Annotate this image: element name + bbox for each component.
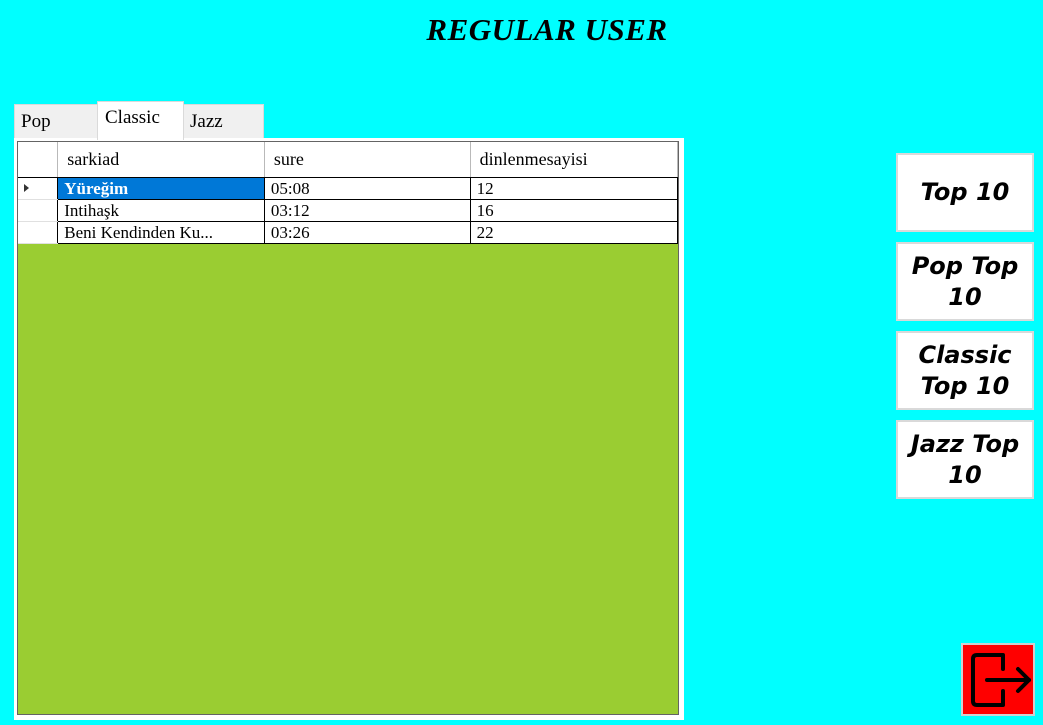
exit-button[interactable] <box>961 643 1035 716</box>
jazz-top10-button[interactable]: Jazz Top 10 <box>896 420 1034 499</box>
genre-tabs: Pop Classic Jazz <box>14 101 264 140</box>
row-header-corner <box>18 142 59 178</box>
row-header[interactable] <box>18 221 59 244</box>
current-row-arrow-icon <box>24 184 29 192</box>
table-row[interactable]: Beni Kendinden Ku... 03:26 22 <box>18 221 679 244</box>
cell-sure[interactable]: 03:26 <box>263 221 471 244</box>
classic-top10-button[interactable]: Classic Top 10 <box>896 331 1034 410</box>
table-row[interactable]: Yüreğim 05:08 12 <box>18 177 679 200</box>
column-header-dinlenmesayisi[interactable]: dinlenmesayisi <box>469 142 679 178</box>
cell-dinlenmesayisi[interactable]: 16 <box>469 199 679 222</box>
cell-sarkiad[interactable]: Yüreğim <box>57 177 265 200</box>
row-header[interactable] <box>18 199 59 222</box>
top10-button[interactable]: Top 10 <box>896 153 1034 232</box>
exit-icon <box>971 653 1031 707</box>
table-row[interactable]: Intihaşk 03:12 16 <box>18 199 679 222</box>
header-row: sarkiad sure dinlenmesayisi <box>18 142 679 178</box>
tab-page-classic: sarkiad sure dinlenmesayisi Yüreğim 05:0… <box>14 138 684 720</box>
songs-table: sarkiad sure dinlenmesayisi Yüreğim 05:0… <box>18 142 679 244</box>
tab-pop[interactable]: Pop <box>14 104 98 139</box>
cell-dinlenmesayisi[interactable]: 22 <box>469 221 679 244</box>
column-header-sarkiad[interactable]: sarkiad <box>57 142 265 178</box>
cell-sure[interactable]: 05:08 <box>263 177 471 200</box>
songs-grid[interactable]: sarkiad sure dinlenmesayisi Yüreğim 05:0… <box>17 141 679 715</box>
cell-sarkiad[interactable]: Beni Kendinden Ku... <box>57 221 265 244</box>
cell-dinlenmesayisi[interactable]: 12 <box>469 177 679 200</box>
pop-top10-button[interactable]: Pop Top 10 <box>896 242 1034 321</box>
tab-classic[interactable]: Classic <box>97 101 184 140</box>
tab-jazz[interactable]: Jazz <box>183 104 264 139</box>
row-header[interactable] <box>18 177 59 200</box>
page-title: REGULAR USER <box>426 12 668 47</box>
cell-sure[interactable]: 03:12 <box>263 199 471 222</box>
cell-sarkiad[interactable]: Intihaşk <box>57 199 265 222</box>
column-header-sure[interactable]: sure <box>263 142 471 178</box>
